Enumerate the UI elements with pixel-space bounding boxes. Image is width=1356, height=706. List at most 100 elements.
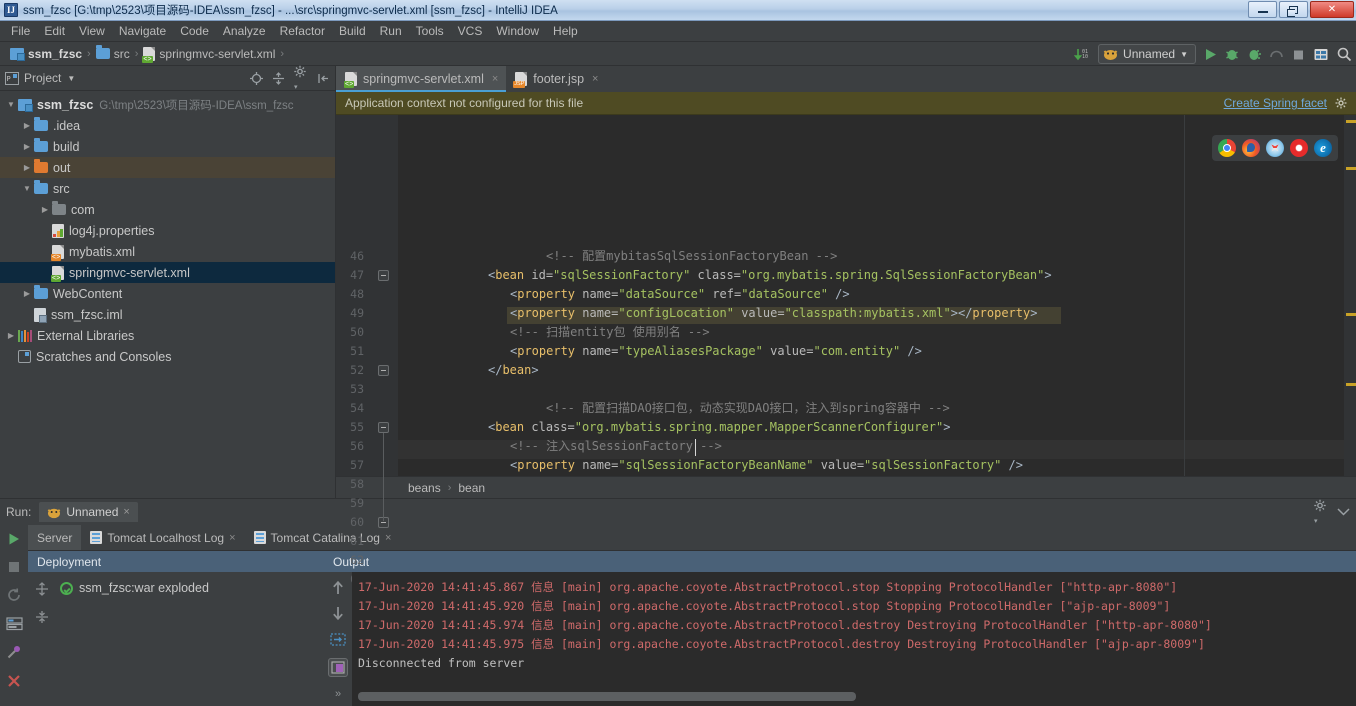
safari-icon[interactable] — [1266, 139, 1284, 157]
menu-item-vcs[interactable]: VCS — [451, 22, 490, 40]
gear-icon[interactable] — [1335, 97, 1348, 109]
tree-node-external-libraries[interactable]: ▶ External Libraries — [0, 325, 335, 346]
stop-icon[interactable] — [1291, 47, 1306, 62]
breadcrumb-item-src[interactable]: src — [92, 46, 134, 62]
settings-icon[interactable]: ▾ — [1314, 499, 1328, 526]
breadcrumb-element-beans[interactable]: beans — [408, 481, 441, 495]
fold-marker[interactable] — [378, 422, 389, 433]
edge-icon[interactable]: e — [1314, 139, 1332, 157]
close-button[interactable]: ✕ — [1310, 1, 1354, 18]
chevron-down-icon[interactable]: ▼ — [4, 100, 18, 109]
menu-item-code[interactable]: Code — [173, 22, 216, 40]
collapse-all-icon[interactable] — [35, 610, 49, 624]
updates-icon[interactable]: 0110 — [1074, 47, 1091, 62]
scrollbar-marker[interactable] — [1346, 167, 1356, 170]
expand-all-icon[interactable] — [35, 582, 49, 596]
menu-item-window[interactable]: Window — [489, 22, 546, 40]
search-everywhere-icon[interactable] — [1336, 46, 1352, 62]
editor-gutter[interactable]: 46 47 48 49 50 51 52 53 54 55 56 57 58 5… — [336, 115, 398, 476]
scrollbar-marker[interactable] — [1346, 120, 1356, 123]
menu-item-navigate[interactable]: Navigate — [112, 22, 173, 40]
menu-item-tools[interactable]: Tools — [409, 22, 451, 40]
tree-node-build[interactable]: ▶ build — [0, 136, 335, 157]
close-icon[interactable]: × — [385, 532, 391, 544]
tree-node-out[interactable]: ▶ out — [0, 157, 335, 178]
chevron-right-icon[interactable]: ▶ — [4, 331, 18, 340]
down-icon[interactable] — [331, 606, 345, 621]
expand-collapse-icon[interactable] — [272, 72, 285, 85]
collapse-target-icon[interactable] — [250, 72, 263, 85]
soft-wrap-icon[interactable] — [330, 632, 346, 647]
print-icon[interactable] — [328, 658, 348, 677]
project-tree[interactable]: ▼ ssm_fzsc G:\tmp\2523\项目源码-IDEA\ssm_fzs… — [0, 91, 335, 498]
tree-node-springmvc-servlet-xml[interactable]: springmvc-servlet.xml — [0, 262, 335, 283]
tree-node-webcontent[interactable]: ▶ WebContent — [0, 283, 335, 304]
tree-node-ssm-fzsc[interactable]: ▼ ssm_fzsc G:\tmp\2523\项目源码-IDEA\ssm_fzs… — [0, 94, 335, 115]
run-tab-unnamed[interactable]: Unnamed × — [39, 502, 137, 522]
deployment-list[interactable]: ssm_fzsc:war exploded — [56, 572, 324, 706]
menu-item-run[interactable]: Run — [373, 22, 409, 40]
menu-item-file[interactable]: File — [4, 22, 37, 40]
run-coverage-icon[interactable] — [1247, 47, 1262, 62]
close-icon[interactable]: × — [492, 73, 498, 85]
maximize-button[interactable] — [1279, 1, 1308, 18]
chevron-down-icon[interactable]: ▼ — [1180, 50, 1188, 59]
chevron-down-icon[interactable]: ▼ — [20, 184, 34, 193]
breadcrumb-element-bean[interactable]: bean — [458, 481, 485, 495]
fold-marker[interactable] — [378, 365, 389, 376]
minimize-button[interactable] — [1248, 1, 1277, 18]
menu-item-view[interactable]: View — [72, 22, 112, 40]
chevron-right-icon[interactable]: ▶ — [38, 205, 52, 214]
menu-item-build[interactable]: Build — [332, 22, 373, 40]
run-subtab-server[interactable]: Server — [28, 525, 81, 550]
close-icon[interactable]: × — [592, 73, 598, 85]
chevron-right-icon[interactable]: ▶ — [20, 163, 34, 172]
close-icon[interactable]: × — [229, 532, 235, 544]
deploy-icon[interactable] — [6, 616, 23, 631]
thread-dump-icon[interactable] — [6, 644, 22, 660]
rerun-icon[interactable] — [6, 531, 22, 547]
chevron-right-icon[interactable]: ▶ — [20, 289, 34, 298]
run-configuration-selector[interactable]: Unnamed ▼ — [1098, 44, 1196, 64]
run-subtab-tomcat-catalina-log[interactable]: Tomcat Catalina Log × — [245, 525, 401, 550]
close-icon[interactable] — [6, 673, 22, 689]
breadcrumb-item-project[interactable]: ssm_fzsc — [6, 46, 86, 62]
output-horizontal-scrollbar[interactable] — [358, 692, 856, 701]
editor-tab-springmvc-servlet-xml[interactable]: springmvc-servlet.xml × — [336, 66, 506, 92]
chevron-right-icon[interactable]: ▶ — [20, 121, 34, 130]
restart-icon[interactable] — [6, 587, 22, 603]
stop-icon[interactable] — [7, 560, 21, 574]
opera-icon[interactable] — [1290, 139, 1308, 157]
tree-node-com[interactable]: ▶ com — [0, 199, 335, 220]
hide-icon[interactable] — [1337, 506, 1350, 519]
output-pane[interactable]: 17-Jun-2020 14:41:45.867 信息 [main] org.a… — [352, 572, 1356, 706]
hide-icon[interactable] — [317, 72, 330, 85]
profile-icon[interactable] — [1269, 47, 1284, 62]
menu-item-edit[interactable]: Edit — [37, 22, 72, 40]
editor-tab-footer-jsp[interactable]: footer.jsp × — [506, 66, 606, 92]
chevron-right-icon[interactable]: ▶ — [20, 142, 34, 151]
code-editor[interactable]: 46 47 48 49 50 51 52 53 54 55 56 57 58 5… — [336, 115, 1356, 476]
menu-item-refactor[interactable]: Refactor — [273, 22, 332, 40]
tree-node-scratches-and-consoles[interactable]: Scratches and Consoles — [0, 346, 335, 367]
menu-item-help[interactable]: Help — [546, 22, 585, 40]
run-subtab-tomcat-localhost-log[interactable]: Tomcat Localhost Log × — [81, 525, 244, 550]
chrome-icon[interactable] — [1218, 139, 1236, 157]
code-text-area[interactable]: <!-- 配置mybitasSqlSessionFactoryBean --> … — [398, 115, 1356, 476]
breadcrumb-item-file[interactable]: springmvc-servlet.xml — [139, 46, 279, 62]
chevron-down-icon[interactable]: ▼ — [67, 74, 75, 83]
firefox-icon[interactable] — [1242, 139, 1260, 157]
run-icon[interactable] — [1203, 47, 1218, 62]
tree-node-idea[interactable]: ▶ .idea — [0, 115, 335, 136]
expand-icon[interactable]: » — [335, 688, 341, 700]
create-spring-facet-link[interactable]: Create Spring facet — [1224, 96, 1327, 110]
tree-node-log4j-properties[interactable]: log4j.properties — [0, 220, 335, 241]
tree-node-src[interactable]: ▼ src — [0, 178, 335, 199]
debug-icon[interactable] — [1225, 47, 1240, 62]
tree-node-ssm-fzsc-iml[interactable]: ssm_fzsc.iml — [0, 304, 335, 325]
database-icon[interactable] — [1313, 47, 1329, 62]
fold-marker[interactable] — [378, 270, 389, 281]
settings-icon[interactable]: ▾ — [294, 65, 308, 92]
editor-scrollbar[interactable] — [1344, 115, 1356, 476]
tree-node-mybatis-xml[interactable]: mybatis.xml — [0, 241, 335, 262]
